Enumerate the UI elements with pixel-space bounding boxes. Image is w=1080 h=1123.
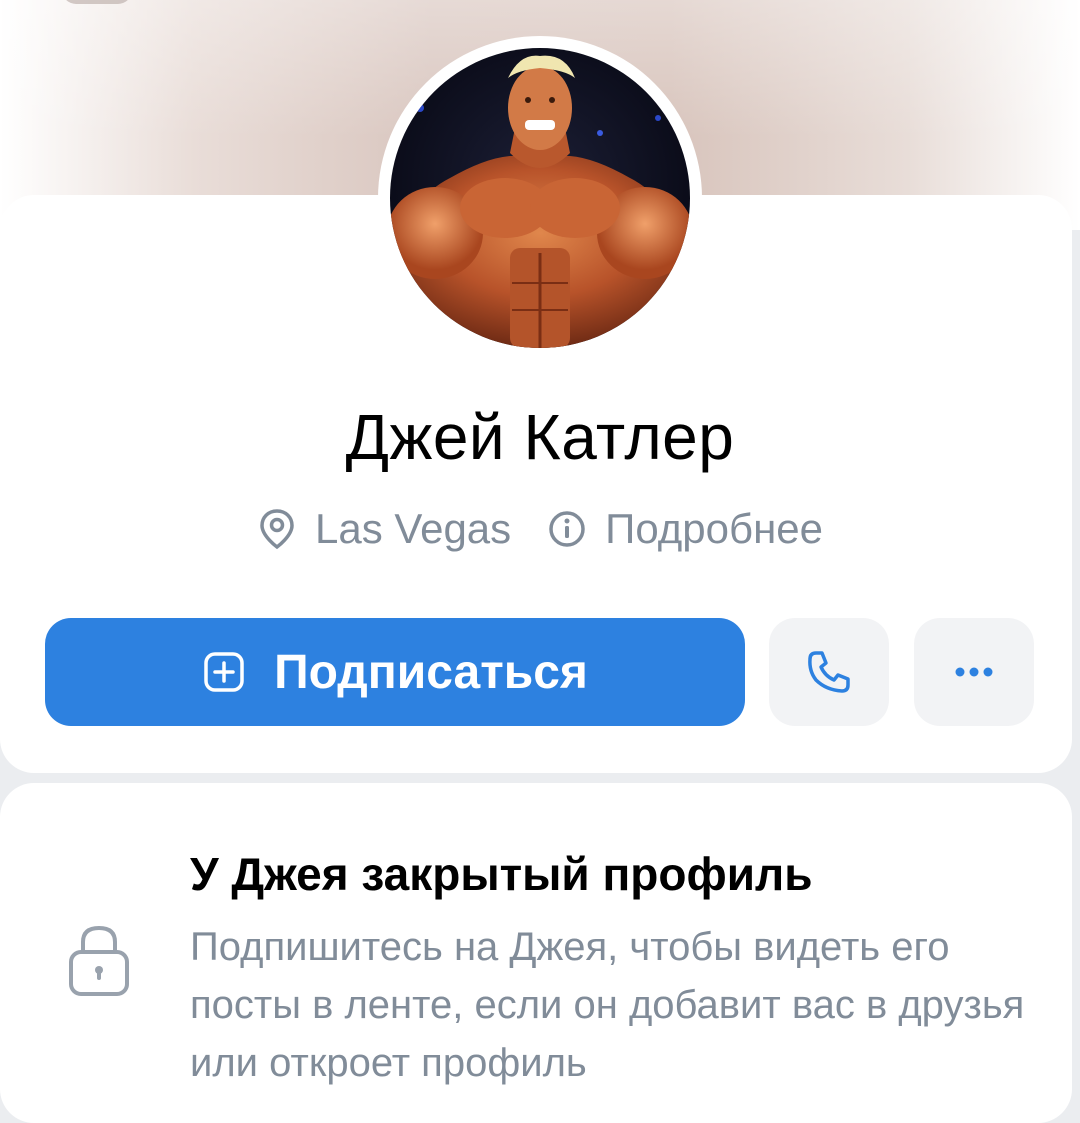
subscribe-label: Подписаться — [274, 645, 588, 699]
private-profile-description: Подпишитесь на Джея, чтобы видеть его по… — [190, 925, 1025, 1085]
avatar[interactable] — [390, 48, 690, 348]
details-link[interactable]: Подробнее — [547, 505, 823, 553]
lock-icon — [66, 920, 132, 1003]
details-label: Подробнее — [605, 505, 823, 552]
location-label: Las Vegas — [315, 505, 512, 552]
phone-icon — [808, 651, 850, 693]
private-profile-title: У Джея закрытый профиль — [190, 848, 813, 900]
avatar-image — [390, 55, 690, 348]
more-horizontal-icon — [955, 667, 993, 677]
subscribe-button[interactable]: Подписаться — [45, 618, 745, 726]
more-button[interactable] — [914, 618, 1034, 726]
info-icon — [549, 511, 585, 547]
location-pin-icon — [260, 509, 294, 550]
status-bar-fragment — [62, 0, 132, 4]
add-square-icon — [204, 652, 244, 692]
profile-meta: Las Vegas Подробнее — [0, 505, 1080, 553]
call-button[interactable] — [769, 618, 889, 726]
profile-name: Джей Катлер — [345, 401, 735, 473]
location-item[interactable]: Las Vegas — [257, 505, 511, 553]
